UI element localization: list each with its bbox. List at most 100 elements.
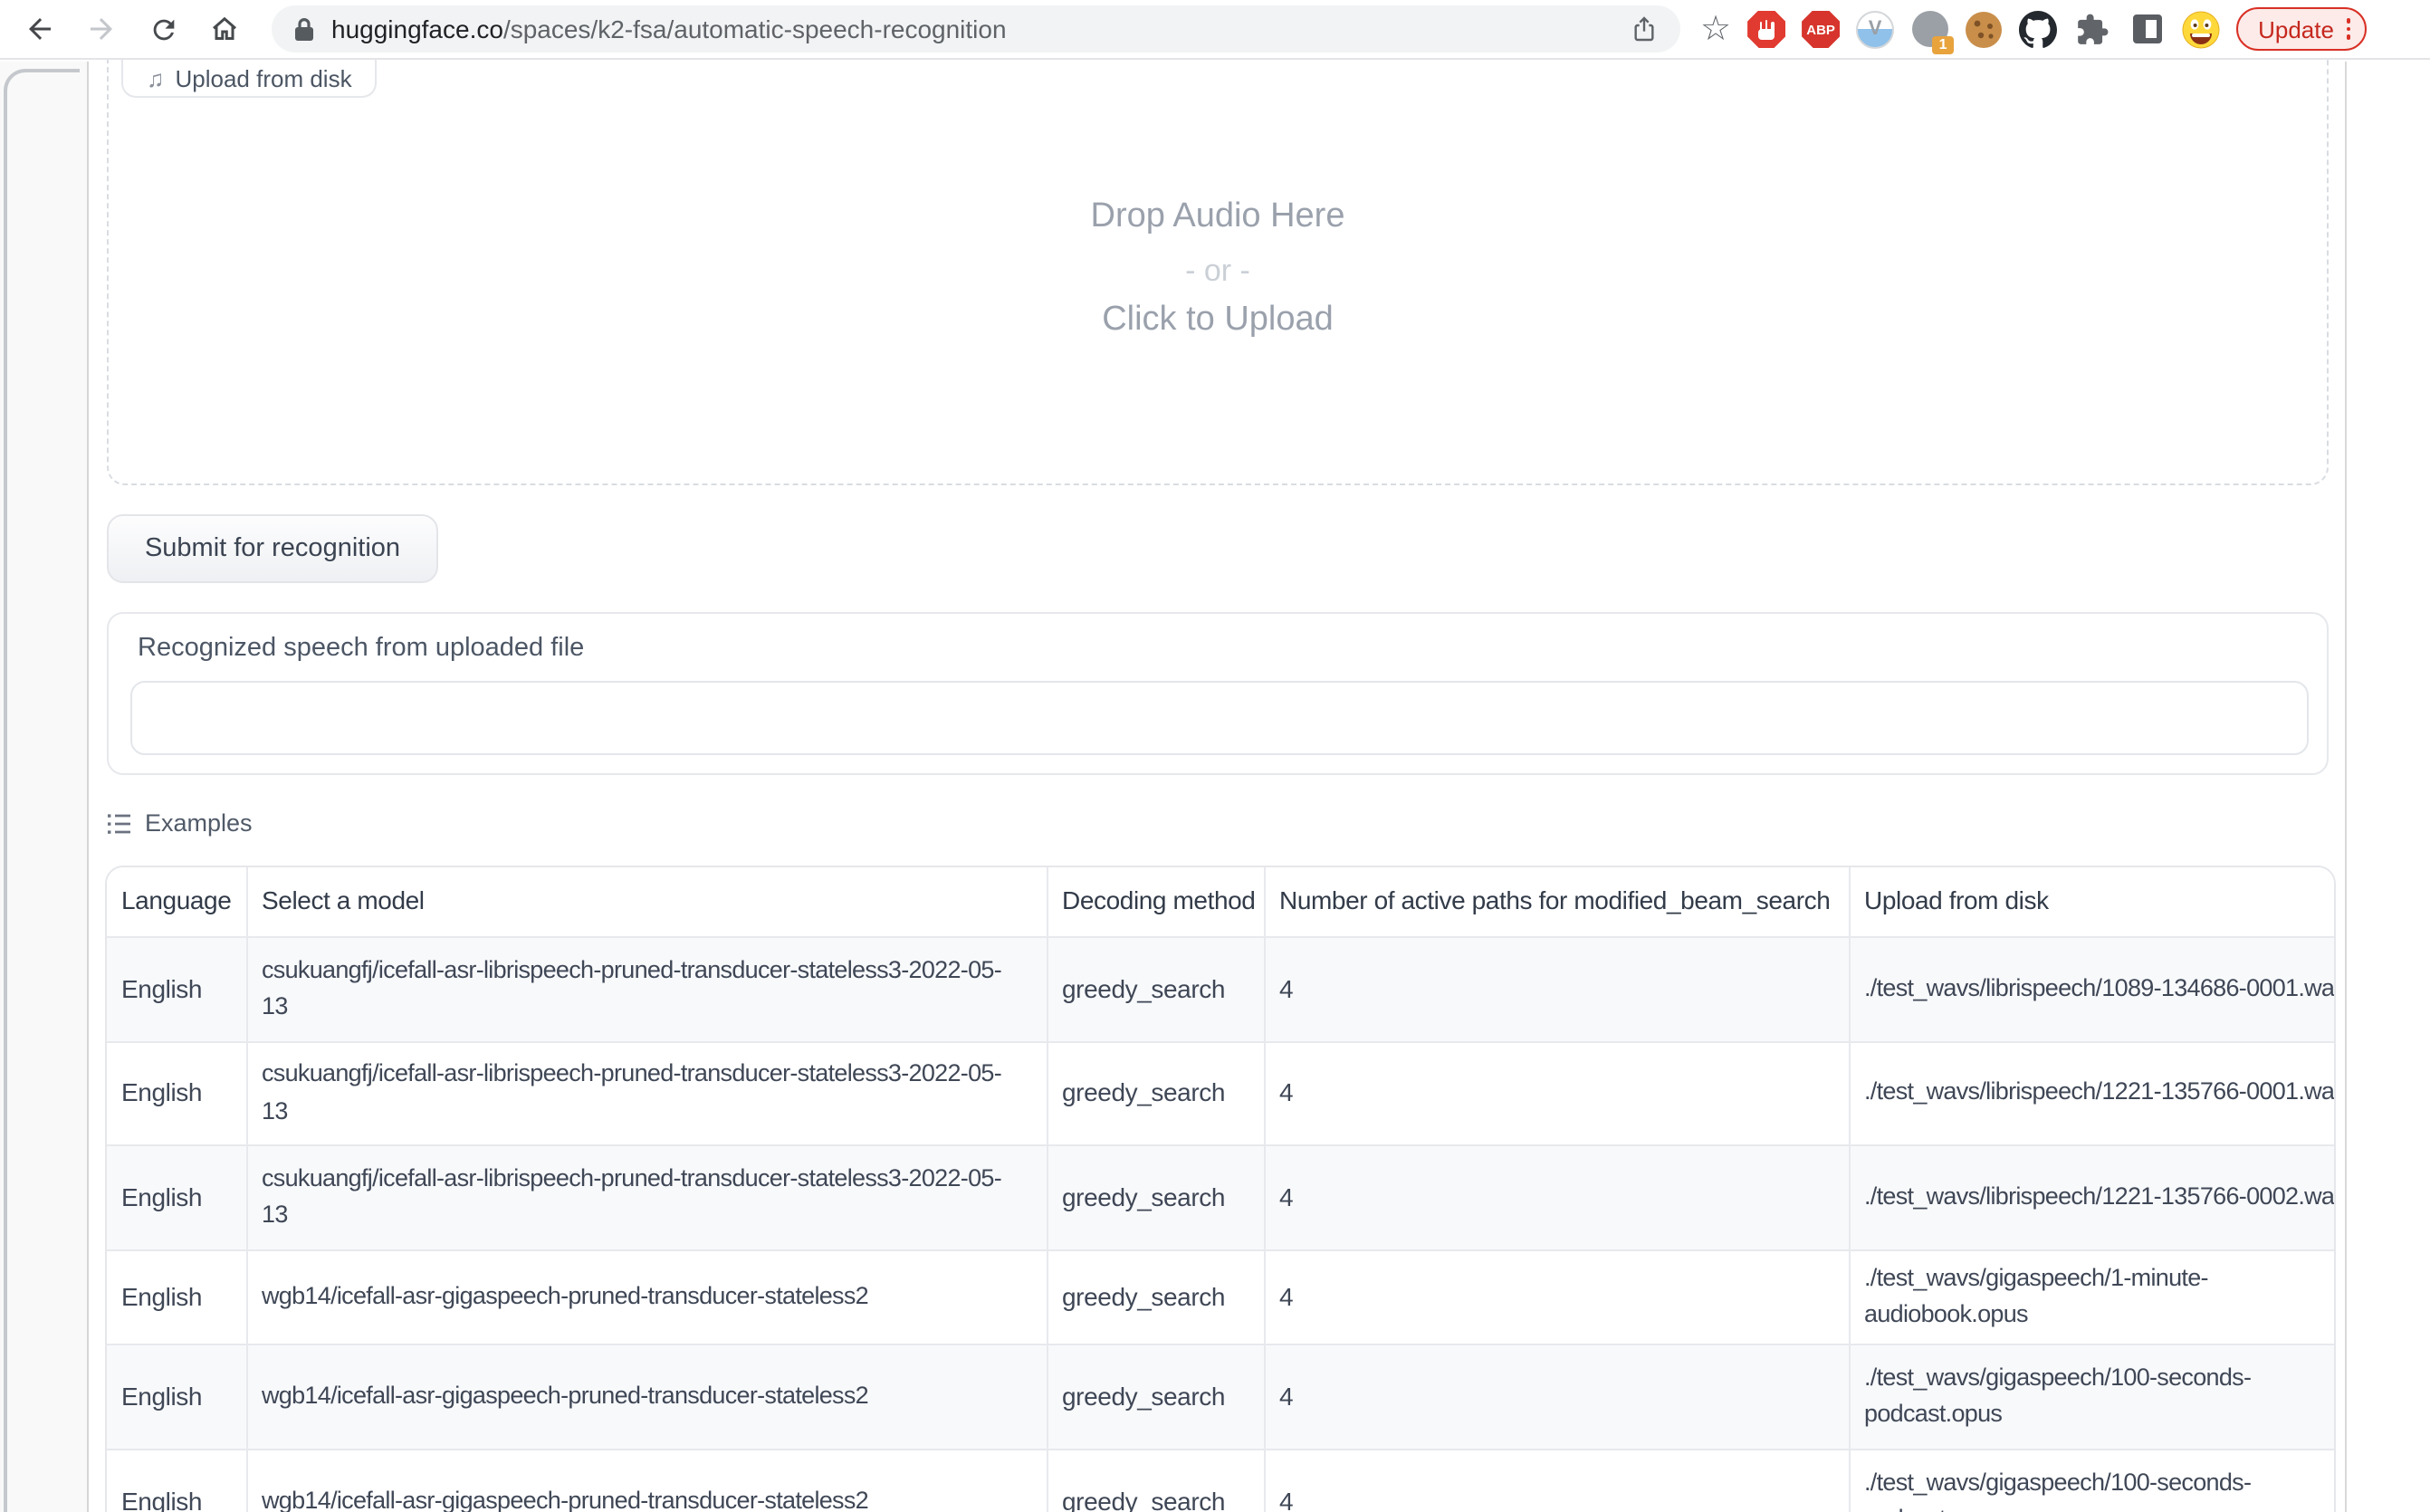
cell-language: English xyxy=(107,936,246,1041)
left-panel-corner xyxy=(4,69,80,1512)
header-language: Language xyxy=(107,867,246,936)
cell-decoding: greedy_search xyxy=(1047,1249,1264,1344)
table-row[interactable]: Englishcsukuangfj/icefall-asr-librispeec… xyxy=(107,936,2334,1041)
abp-label: ABP xyxy=(1806,21,1835,37)
cell-paths: 4 xyxy=(1264,1344,1849,1449)
table-row[interactable]: Englishwgb14/icefall-asr-gigaspeech-prun… xyxy=(107,1449,2334,1512)
tab-upload-from-disk[interactable]: ♫ Upload from disk xyxy=(121,60,378,98)
home-icon xyxy=(208,13,241,45)
recognized-speech-label: Recognized speech from uploaded file xyxy=(138,634,584,663)
header-upload-from-disk: Upload from disk xyxy=(1849,867,2334,936)
url-text: huggingface.co/spaces/k2-fsa/automatic-s… xyxy=(331,14,1007,43)
recognized-speech-card: Recognized speech from uploaded file xyxy=(107,612,2329,775)
cell-upload: ./test_wavs/gigaspeech/100-seconds- podc… xyxy=(1849,1449,2334,1512)
forward-button[interactable] xyxy=(83,11,120,47)
update-label: Update xyxy=(2258,15,2334,43)
chrome-update-button[interactable]: Update xyxy=(2236,7,2368,51)
cell-decoding: greedy_search xyxy=(1047,1041,1264,1144)
cell-language: English xyxy=(107,1344,246,1449)
tab-label: Upload from disk xyxy=(176,64,352,91)
cell-upload: ./test_wavs/librispeech/1221-135766-0002… xyxy=(1849,1144,2334,1249)
adblock-hand-icon xyxy=(1747,10,1785,48)
table-row[interactable]: Englishcsukuangfj/icefall-asr-librispeec… xyxy=(107,1144,2334,1249)
cell-paths: 4 xyxy=(1264,1449,1849,1512)
header-select-a-model: Select a model xyxy=(246,867,1047,936)
cell-model: wgb14/icefall-asr-gigaspeech-pruned-tran… xyxy=(246,1249,1047,1344)
cookie-icon xyxy=(1965,10,2003,48)
header-decoding-method: Decoding method xyxy=(1047,867,1264,936)
cell-decoding: greedy_search xyxy=(1047,1144,1264,1249)
gray-extension-button[interactable]: 1 xyxy=(1910,10,1948,48)
cell-language: English xyxy=(107,1041,246,1144)
cell-upload: ./test_wavs/gigaspeech/1-minute- audiobo… xyxy=(1849,1249,2334,1344)
cell-paths: 4 xyxy=(1264,1041,1849,1144)
cell-language: English xyxy=(107,1144,246,1249)
cell-decoding: greedy_search xyxy=(1047,1344,1264,1449)
reload-button[interactable] xyxy=(145,11,181,47)
cell-paths: 4 xyxy=(1264,1144,1849,1249)
lock-icon xyxy=(293,16,315,42)
url-path: /spaces/k2-fsa/automatic-speech-recognit… xyxy=(503,14,1007,43)
cell-model: csukuangfj/icefall-asr-librispeech-prune… xyxy=(246,1144,1047,1249)
drop-audio-here-text: Drop Audio Here xyxy=(107,197,2329,237)
browser-window: huggingface.co/spaces/k2-fsa/automatic-s… xyxy=(0,0,2430,1512)
v-extension-button[interactable]: V xyxy=(1856,10,1894,48)
cell-decoding: greedy_search xyxy=(1047,936,1264,1041)
cell-language: English xyxy=(107,1249,246,1344)
reload-icon xyxy=(148,14,178,44)
v-label: V xyxy=(1869,18,1882,40)
table-row[interactable]: Englishwgb14/icefall-asr-gigaspeech-prun… xyxy=(107,1344,2334,1449)
examples-list-icon xyxy=(107,810,132,836)
puzzle-icon xyxy=(2075,12,2110,46)
header-num-active-paths: Number of active paths for modified_beam… xyxy=(1264,867,1849,936)
adblock-extension-button[interactable] xyxy=(1747,10,1785,48)
or-text: - or - xyxy=(107,254,2329,290)
cell-paths: 4 xyxy=(1264,1249,1849,1344)
music-note-icon: ♫ xyxy=(147,66,165,90)
cell-upload: ./test_wavs/librispeech/1221-135766-0001… xyxy=(1849,1041,2334,1144)
recognized-speech-textbox[interactable] xyxy=(130,681,2309,755)
cell-upload: ./test_wavs/gigaspeech/100-seconds- podc… xyxy=(1849,1344,2334,1449)
address-bar[interactable]: huggingface.co/spaces/k2-fsa/automatic-s… xyxy=(272,5,1680,53)
cell-model: wgb14/icefall-asr-gigaspeech-pruned-tran… xyxy=(246,1344,1047,1449)
left-panel-edge xyxy=(0,62,89,1512)
table-row[interactable]: Englishwgb14/icefall-asr-gigaspeech-prun… xyxy=(107,1249,2334,1344)
table-header-row: Language Select a model Decoding method … xyxy=(107,867,2334,936)
abp-icon: ABP xyxy=(1802,10,1840,48)
examples-table-body: Englishcsukuangfj/icefall-asr-librispeec… xyxy=(107,936,2334,1512)
cookie-extension-button[interactable] xyxy=(1965,10,2003,48)
bookmark-star-icon[interactable]: ☆ xyxy=(1700,12,1731,46)
github-extension-button[interactable] xyxy=(2019,10,2057,48)
examples-table: Language Select a model Decoding method … xyxy=(105,866,2336,1512)
v-extension-icon: V xyxy=(1856,10,1894,48)
extensions-menu-button[interactable] xyxy=(2073,10,2111,48)
examples-label: Examples xyxy=(145,809,253,837)
examples-header: Examples xyxy=(107,809,253,837)
click-to-upload-text[interactable]: Click to Upload xyxy=(107,301,2329,340)
cell-language: English xyxy=(107,1449,246,1512)
submit-for-recognition-button[interactable]: Submit for recognition xyxy=(107,514,438,583)
cell-paths: 4 xyxy=(1264,936,1849,1041)
extension-badge: 1 xyxy=(1932,35,1954,53)
side-panel-button[interactable] xyxy=(2128,10,2166,48)
url-host: huggingface.co xyxy=(331,14,503,43)
extension-row: ABP V 1 xyxy=(1747,10,2220,48)
smiley-icon xyxy=(2182,10,2220,48)
abp-extension-button[interactable]: ABP xyxy=(1802,10,1840,48)
back-button[interactable] xyxy=(22,11,58,47)
github-icon xyxy=(2019,10,2057,48)
menu-kebab-icon xyxy=(2347,19,2351,40)
cell-model: csukuangfj/icefall-asr-librispeech-prune… xyxy=(246,1041,1047,1144)
cell-model: csukuangfj/icefall-asr-librispeech-prune… xyxy=(246,936,1047,1041)
table-row[interactable]: Englishcsukuangfj/icefall-asr-librispeec… xyxy=(107,1041,2334,1144)
cell-model: wgb14/icefall-asr-gigaspeech-pruned-tran… xyxy=(246,1449,1047,1512)
browser-toolbar: huggingface.co/spaces/k2-fsa/automatic-s… xyxy=(0,0,2430,60)
back-icon xyxy=(24,13,56,45)
content-right-divider xyxy=(2345,62,2347,1512)
cell-upload: ./test_wavs/librispeech/1089-134686-0001… xyxy=(1849,936,2334,1041)
home-button[interactable] xyxy=(206,11,243,47)
share-icon[interactable] xyxy=(1630,14,1659,43)
smiley-extension-button[interactable] xyxy=(2182,10,2220,48)
forward-icon xyxy=(85,13,118,45)
cell-decoding: greedy_search xyxy=(1047,1449,1264,1512)
